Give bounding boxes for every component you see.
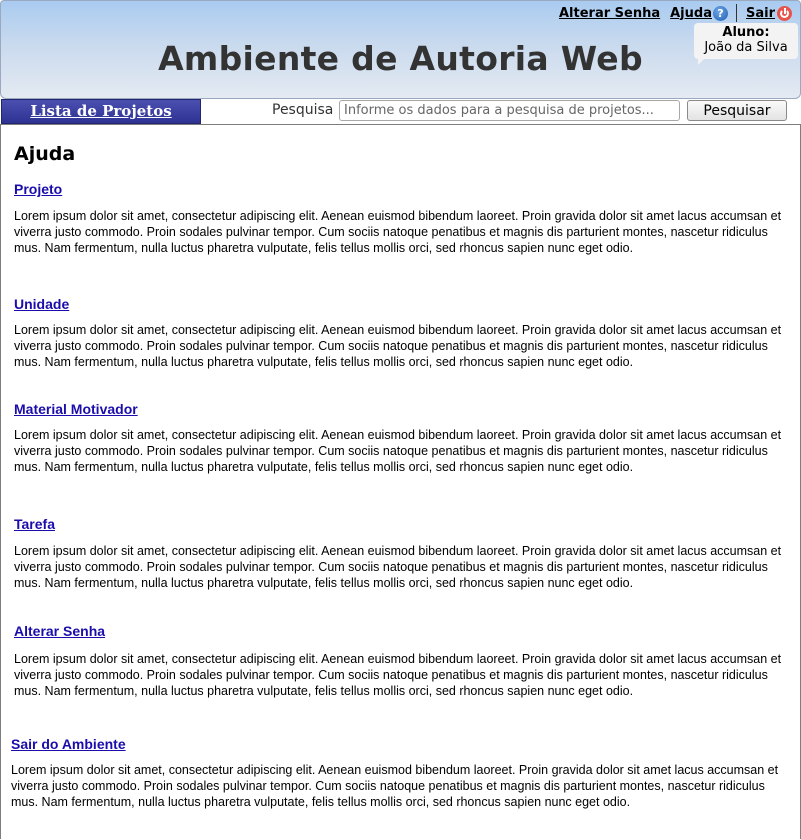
- section-text: Lorem ipsum dolor sit amet, consectetur …: [14, 323, 782, 369]
- section-text: Lorem ipsum dolor sit amet, consectetur …: [14, 428, 782, 474]
- search-button[interactable]: Pesquisar: [687, 100, 787, 121]
- help-section-alterar-senha: Alterar Senha Lorem ipsum dolor sit amet…: [14, 623, 784, 699]
- logout-link-group[interactable]: Sair: [746, 5, 792, 21]
- change-password-link[interactable]: Alterar Senha: [559, 6, 660, 21]
- app-header: Alterar Senha Ajuda ? Sair Aluno: João d…: [0, 0, 801, 99]
- main-content: Ajuda Projeto Lorem ipsum dolor sit amet…: [0, 124, 801, 839]
- help-section-projeto: Projeto Lorem ipsum dolor sit amet, cons…: [14, 181, 784, 256]
- power-icon[interactable]: [777, 5, 792, 21]
- section-text: Lorem ipsum dolor sit amet, consectetur …: [14, 652, 782, 698]
- help-section-unidade: Unidade Lorem ipsum dolor sit amet, cons…: [14, 296, 784, 370]
- logout-link[interactable]: Sair: [746, 6, 775, 21]
- search-label: Pesquisa: [272, 102, 334, 118]
- app-title: Ambiente de Autoria Web: [158, 39, 643, 78]
- link-divider: [735, 4, 737, 22]
- help-link[interactable]: Ajuda: [670, 6, 712, 21]
- top-links: Alterar Senha Ajuda ? Sair: [559, 4, 792, 22]
- section-link-projeto[interactable]: Projeto: [14, 181, 784, 197]
- section-text: Lorem ipsum dolor sit amet, consectetur …: [14, 544, 782, 590]
- section-link-alterar-senha[interactable]: Alterar Senha: [14, 623, 784, 639]
- search-input[interactable]: [339, 100, 680, 121]
- page-title: Ajuda: [14, 143, 76, 165]
- help-section-tarefa: Tarefa Lorem ipsum dolor sit amet, conse…: [14, 516, 784, 591]
- user-role: Aluno:: [722, 25, 770, 40]
- section-text: Lorem ipsum dolor sit amet, consectetur …: [14, 209, 782, 255]
- section-link-sair[interactable]: Sair do Ambiente: [11, 736, 781, 752]
- section-link-tarefa[interactable]: Tarefa: [14, 516, 784, 532]
- help-section-material-motivador: Material Motivador Lorem ipsum dolor sit…: [14, 401, 784, 475]
- help-link-group[interactable]: Ajuda ?: [670, 5, 728, 21]
- help-section-sair: Sair do Ambiente Lorem ipsum dolor sit a…: [11, 736, 781, 810]
- section-text: Lorem ipsum dolor sit amet, consectetur …: [11, 763, 779, 809]
- question-circle-icon[interactable]: ?: [712, 5, 728, 21]
- projects-list-button[interactable]: Lista de Projetos: [1, 99, 201, 124]
- section-link-unidade[interactable]: Unidade: [14, 296, 784, 312]
- section-link-material-motivador[interactable]: Material Motivador: [14, 401, 784, 417]
- toolbar: Lista de Projetos Pesquisa Pesquisar: [0, 99, 801, 124]
